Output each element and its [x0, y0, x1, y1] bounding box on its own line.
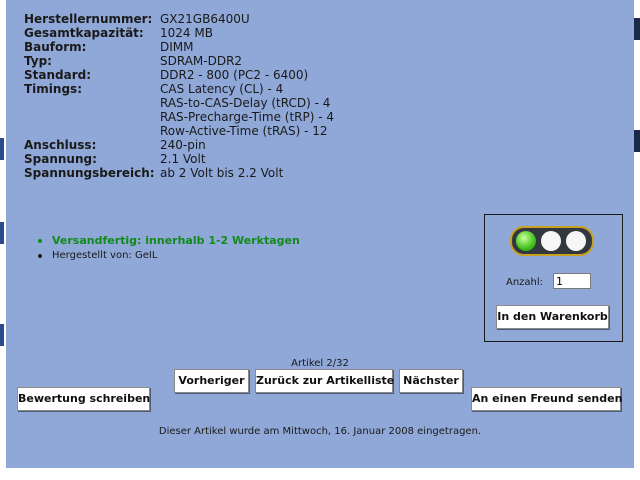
spec-row: Spannung: 2.1 Volt: [24, 152, 334, 166]
spec-value: 2.1 Volt: [160, 152, 206, 166]
spec-label: Standard:: [24, 68, 92, 82]
off-light-icon: [541, 231, 561, 251]
manufacturer-info: Hergestellt von: GeIL: [38, 248, 300, 263]
spec-value: CAS Latency (CL) - 4: [160, 82, 284, 96]
shipping-status: Versandfertig: innerhalb 1-2 Werktagen: [38, 233, 300, 248]
spec-value: ab 2 Volt bis 2.2 Volt: [160, 166, 284, 180]
bottom-margin: [0, 468, 640, 480]
spec-label: Spannungsbereich:: [24, 166, 155, 180]
spec-row: Standard: DDR2 - 800 (PC2 - 6400): [24, 68, 334, 82]
spec-value: DIMM: [160, 40, 194, 54]
spec-row: Gesamtkapazität: 1024 MB: [24, 26, 334, 40]
spec-row: Anschluss: 240-pin: [24, 138, 334, 152]
spec-label: Spannung:: [24, 152, 97, 166]
right-edge-marker: [634, 130, 640, 152]
spec-value: 1024 MB: [160, 26, 213, 40]
spec-value: RAS-Precharge-Time (tRP) - 4: [160, 110, 335, 124]
previous-button[interactable]: Vorheriger: [174, 369, 249, 393]
green-light-icon: [516, 231, 536, 251]
back-to-list-button[interactable]: Zurück zur Artikelliste: [255, 369, 394, 393]
spec-label: Timings:: [24, 82, 82, 96]
spec-row: Timings: CAS Latency (CL) - 4: [24, 82, 334, 96]
article-counter: Artikel 2/32: [291, 358, 349, 369]
right-edge-marker: [634, 18, 640, 40]
spec-table: Herstellernummer: GX21GB6400U Gesamtkapaz…: [24, 12, 334, 180]
spec-row: Bauform: DIMM: [24, 40, 334, 54]
spec-value: DDR2 - 800 (PC2 - 6400): [160, 68, 309, 82]
spec-label: Bauform:: [24, 40, 87, 54]
buy-box: Anzahl: In den Warenkorb: [484, 214, 623, 342]
availability-traffic-light-icon: [510, 226, 594, 256]
write-review-button[interactable]: Bewertung schreiben: [17, 387, 150, 411]
spec-row: RAS-to-CAS-Delay (tRCD) - 4: [24, 96, 334, 110]
left-edge-marker: [0, 138, 4, 160]
quantity-label: Anzahl:: [506, 277, 544, 288]
spec-value: RAS-to-CAS-Delay (tRCD) - 4: [160, 96, 331, 110]
spec-row: Spannungsbereich: ab 2 Volt bis 2.2 Volt: [24, 166, 334, 180]
spec-value: 240-pin: [160, 138, 206, 152]
left-edge-marker: [0, 222, 4, 244]
spec-row: Typ: SDRAM-DDR2: [24, 54, 334, 68]
product-info-list: Versandfertig: innerhalb 1-2 Werktagen H…: [38, 233, 300, 263]
added-date-note: Dieser Artikel wurde am Mittwoch, 16. Ja…: [158, 426, 482, 437]
spec-label: Anschluss:: [24, 138, 97, 152]
spec-row: RAS-Precharge-Time (tRP) - 4: [24, 110, 334, 124]
off-light-icon: [566, 231, 586, 251]
spec-row: Herstellernummer: GX21GB6400U: [24, 12, 334, 26]
left-edge-marker: [0, 324, 4, 346]
spec-value: GX21GB6400U: [160, 12, 250, 26]
add-to-cart-button[interactable]: In den Warenkorb: [496, 305, 609, 329]
spec-label: Typ:: [24, 54, 52, 68]
send-to-friend-button[interactable]: An einen Freund senden: [471, 387, 622, 411]
spec-label: [24, 96, 160, 110]
spec-label: Herstellernummer:: [24, 12, 153, 26]
spec-value: Row-Active-Time (tRAS) - 12: [160, 124, 328, 138]
quantity-input[interactable]: [553, 273, 591, 289]
next-button[interactable]: Nächster: [399, 369, 463, 393]
spec-label: [24, 110, 160, 124]
spec-value: SDRAM-DDR2: [160, 54, 243, 68]
spec-label: [24, 124, 160, 138]
spec-row: Row-Active-Time (tRAS) - 12: [24, 124, 334, 138]
spec-label: Gesamtkapazität:: [24, 26, 144, 40]
right-margin: [634, 0, 640, 480]
